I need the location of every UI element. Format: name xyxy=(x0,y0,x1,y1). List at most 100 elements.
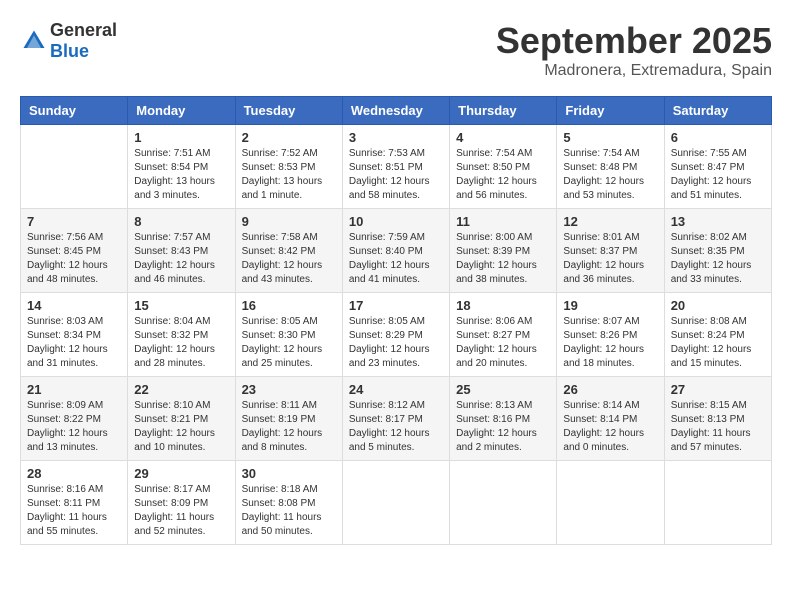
day-info: Sunrise: 7:54 AM Sunset: 8:50 PM Dayligh… xyxy=(456,147,550,203)
day-number: 17 xyxy=(349,298,443,313)
calendar-cell xyxy=(450,461,557,545)
day-number: 2 xyxy=(242,130,336,145)
calendar-cell: 17 Sunrise: 8:05 AM Sunset: 8:29 PM Dayli… xyxy=(342,293,449,377)
day-number: 28 xyxy=(27,466,121,481)
day-info: Sunrise: 7:54 AM Sunset: 8:48 PM Dayligh… xyxy=(563,147,657,203)
day-info: Sunrise: 8:16 AM Sunset: 8:11 PM Dayligh… xyxy=(27,483,121,539)
calendar-table: SundayMondayTuesdayWednesdayThursdayFrid… xyxy=(20,96,772,545)
calendar-cell: 21 Sunrise: 8:09 AM Sunset: 8:22 PM Dayli… xyxy=(21,377,128,461)
location-title: Madronera, Extremadura, Spain xyxy=(496,62,772,80)
day-number: 24 xyxy=(349,382,443,397)
day-info: Sunrise: 8:11 AM Sunset: 8:19 PM Dayligh… xyxy=(242,399,336,455)
day-info: Sunrise: 8:15 AM Sunset: 8:13 PM Dayligh… xyxy=(671,399,765,455)
calendar-cell: 28 Sunrise: 8:16 AM Sunset: 8:11 PM Dayli… xyxy=(21,461,128,545)
day-number: 15 xyxy=(134,298,228,313)
day-info: Sunrise: 8:10 AM Sunset: 8:21 PM Dayligh… xyxy=(134,399,228,455)
calendar-cell: 7 Sunrise: 7:56 AM Sunset: 8:45 PM Daylig… xyxy=(21,209,128,293)
calendar-cell: 20 Sunrise: 8:08 AM Sunset: 8:24 PM Dayli… xyxy=(664,293,771,377)
day-number: 9 xyxy=(242,214,336,229)
day-info: Sunrise: 7:57 AM Sunset: 8:43 PM Dayligh… xyxy=(134,231,228,287)
calendar-cell: 16 Sunrise: 8:05 AM Sunset: 8:30 PM Dayli… xyxy=(235,293,342,377)
day-number: 29 xyxy=(134,466,228,481)
day-number: 25 xyxy=(456,382,550,397)
calendar-cell: 15 Sunrise: 8:04 AM Sunset: 8:32 PM Dayli… xyxy=(128,293,235,377)
calendar-cell: 23 Sunrise: 8:11 AM Sunset: 8:19 PM Dayli… xyxy=(235,377,342,461)
day-number: 16 xyxy=(242,298,336,313)
calendar-cell xyxy=(21,125,128,209)
day-info: Sunrise: 7:53 AM Sunset: 8:51 PM Dayligh… xyxy=(349,147,443,203)
calendar-cell: 10Sunrise: 7:59 AM Sunset: 8:40 PM Dayli… xyxy=(342,209,449,293)
calendar-cell: 25 Sunrise: 8:13 AM Sunset: 8:16 PM Dayli… xyxy=(450,377,557,461)
day-info: Sunrise: 7:55 AM Sunset: 8:47 PM Dayligh… xyxy=(671,147,765,203)
day-info: Sunrise: 7:52 AM Sunset: 8:53 PM Dayligh… xyxy=(242,147,336,203)
calendar-cell: 2 Sunrise: 7:52 AM Sunset: 8:53 PM Daylig… xyxy=(235,125,342,209)
calendar-cell: 12 Sunrise: 8:01 AM Sunset: 8:37 PM Dayli… xyxy=(557,209,664,293)
day-info: Sunrise: 8:05 AM Sunset: 8:29 PM Dayligh… xyxy=(349,315,443,371)
calendar-cell: 6 Sunrise: 7:55 AM Sunset: 8:47 PM Daylig… xyxy=(664,125,771,209)
day-number: 30 xyxy=(242,466,336,481)
day-number: 7 xyxy=(27,214,121,229)
logo-blue: Blue xyxy=(50,41,89,61)
col-header-thursday: Thursday xyxy=(450,97,557,125)
day-number: 13 xyxy=(671,214,765,229)
day-info: Sunrise: 8:01 AM Sunset: 8:37 PM Dayligh… xyxy=(563,231,657,287)
day-number: 19 xyxy=(563,298,657,313)
day-info: Sunrise: 8:13 AM Sunset: 8:16 PM Dayligh… xyxy=(456,399,550,455)
day-number: 26 xyxy=(563,382,657,397)
day-number: 14 xyxy=(27,298,121,313)
calendar-cell: 1 Sunrise: 7:51 AM Sunset: 8:54 PM Daylig… xyxy=(128,125,235,209)
col-header-saturday: Saturday xyxy=(664,97,771,125)
day-info: Sunrise: 8:00 AM Sunset: 8:39 PM Dayligh… xyxy=(456,231,550,287)
calendar-week-row: 7 Sunrise: 7:56 AM Sunset: 8:45 PM Daylig… xyxy=(21,209,772,293)
calendar-cell: 11 Sunrise: 8:00 AM Sunset: 8:39 PM Dayli… xyxy=(450,209,557,293)
day-number: 22 xyxy=(134,382,228,397)
calendar-cell: 13Sunrise: 8:02 AM Sunset: 8:35 PM Dayli… xyxy=(664,209,771,293)
day-number: 18 xyxy=(456,298,550,313)
day-info: Sunrise: 8:09 AM Sunset: 8:22 PM Dayligh… xyxy=(27,399,121,455)
day-number: 1 xyxy=(134,130,228,145)
day-number: 20 xyxy=(671,298,765,313)
logo-icon xyxy=(20,27,48,55)
day-number: 4 xyxy=(456,130,550,145)
day-number: 23 xyxy=(242,382,336,397)
calendar-cell: 29 Sunrise: 8:17 AM Sunset: 8:09 PM Dayli… xyxy=(128,461,235,545)
calendar-cell: 22 Sunrise: 8:10 AM Sunset: 8:21 PM Dayli… xyxy=(128,377,235,461)
day-number: 12 xyxy=(563,214,657,229)
day-number: 11 xyxy=(456,214,550,229)
day-info: Sunrise: 8:06 AM Sunset: 8:27 PM Dayligh… xyxy=(456,315,550,371)
day-info: Sunrise: 8:07 AM Sunset: 8:26 PM Dayligh… xyxy=(563,315,657,371)
day-number: 5 xyxy=(563,130,657,145)
day-info: Sunrise: 8:17 AM Sunset: 8:09 PM Dayligh… xyxy=(134,483,228,539)
calendar-cell: 19 Sunrise: 8:07 AM Sunset: 8:26 PM Dayli… xyxy=(557,293,664,377)
col-header-tuesday: Tuesday xyxy=(235,97,342,125)
day-info: Sunrise: 8:03 AM Sunset: 8:34 PM Dayligh… xyxy=(27,315,121,371)
day-number: 27 xyxy=(671,382,765,397)
day-number: 3 xyxy=(349,130,443,145)
day-number: 8 xyxy=(134,214,228,229)
calendar-cell: 5 Sunrise: 7:54 AM Sunset: 8:48 PM Daylig… xyxy=(557,125,664,209)
calendar-cell: 30 Sunrise: 8:18 AM Sunset: 8:08 PM Dayli… xyxy=(235,461,342,545)
calendar-cell: 27 Sunrise: 8:15 AM Sunset: 8:13 PM Dayli… xyxy=(664,377,771,461)
logo: General Blue xyxy=(20,20,117,62)
calendar-cell: 24 Sunrise: 8:12 AM Sunset: 8:17 PM Dayli… xyxy=(342,377,449,461)
day-info: Sunrise: 8:05 AM Sunset: 8:30 PM Dayligh… xyxy=(242,315,336,371)
page-header: General Blue September 2025 Madronera, E… xyxy=(20,20,772,80)
day-number: 10 xyxy=(349,214,443,229)
calendar-cell xyxy=(342,461,449,545)
calendar-cell: 4 Sunrise: 7:54 AM Sunset: 8:50 PM Daylig… xyxy=(450,125,557,209)
calendar-cell xyxy=(557,461,664,545)
day-info: Sunrise: 8:12 AM Sunset: 8:17 PM Dayligh… xyxy=(349,399,443,455)
calendar-cell: 18 Sunrise: 8:06 AM Sunset: 8:27 PM Dayli… xyxy=(450,293,557,377)
day-info: Sunrise: 7:51 AM Sunset: 8:54 PM Dayligh… xyxy=(134,147,228,203)
day-info: Sunrise: 8:08 AM Sunset: 8:24 PM Dayligh… xyxy=(671,315,765,371)
day-number: 21 xyxy=(27,382,121,397)
calendar-cell: 9Sunrise: 7:58 AM Sunset: 8:42 PM Daylig… xyxy=(235,209,342,293)
day-info: Sunrise: 8:18 AM Sunset: 8:08 PM Dayligh… xyxy=(242,483,336,539)
day-info: Sunrise: 7:56 AM Sunset: 8:45 PM Dayligh… xyxy=(27,231,121,287)
logo-general: General xyxy=(50,20,117,40)
calendar-week-row: 14 Sunrise: 8:03 AM Sunset: 8:34 PM Dayli… xyxy=(21,293,772,377)
day-number: 6 xyxy=(671,130,765,145)
calendar-cell: 14 Sunrise: 8:03 AM Sunset: 8:34 PM Dayli… xyxy=(21,293,128,377)
day-info: Sunrise: 8:04 AM Sunset: 8:32 PM Dayligh… xyxy=(134,315,228,371)
calendar-week-row: 1 Sunrise: 7:51 AM Sunset: 8:54 PM Daylig… xyxy=(21,125,772,209)
